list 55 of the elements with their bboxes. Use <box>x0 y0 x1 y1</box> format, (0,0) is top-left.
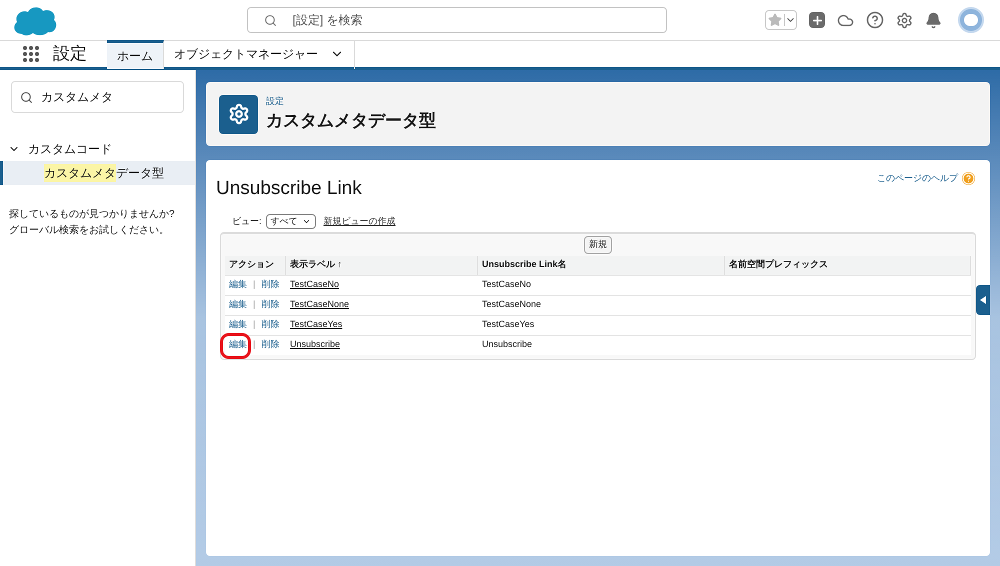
link-separator: | <box>253 318 256 332</box>
quick-find-field[interactable]: カスタムメタ <box>11 81 184 113</box>
column-header[interactable]: アクション <box>225 256 286 274</box>
search-input[interactable]: [設定] を検索 <box>292 11 650 29</box>
add-icon[interactable] <box>809 12 825 28</box>
table-cell-text: TestCaseNone <box>482 298 542 312</box>
delete-link[interactable]: 削除 <box>261 278 280 292</box>
link-separator: | <box>253 278 256 292</box>
app-name: 設定 <box>53 43 87 66</box>
search-field[interactable]: [設定] を検索 <box>246 7 666 33</box>
edit-link[interactable]: 編集 <box>229 318 247 332</box>
link-separator: | <box>253 338 256 352</box>
tree-item[interactable]: カスタムメタ データ型 <box>0 161 195 185</box>
panel-toggle-button[interactable] <box>976 285 990 315</box>
table-cell-text: Unsubscribe <box>482 338 532 352</box>
app-launcher-icon[interactable] <box>23 46 39 62</box>
help-icon[interactable] <box>866 11 884 29</box>
tree-node[interactable]: カスタムコード <box>0 137 195 161</box>
delete-link[interactable]: 削除 <box>261 318 280 332</box>
edit-link[interactable]: 編集 <box>229 298 247 312</box>
delete-link[interactable]: 削除 <box>261 298 280 312</box>
new-button[interactable]: 新規 <box>584 236 612 254</box>
edit-link[interactable]: 編集 <box>229 338 247 352</box>
new-view-link[interactable]: 新規ビューの作成 <box>324 214 396 228</box>
triangle-icon <box>980 296 986 304</box>
view-select[interactable]: すべて <box>266 214 316 229</box>
plus-icon <box>810 14 824 26</box>
nav-tab[interactable]: オブジェクトマネージャー <box>164 40 355 68</box>
question-icon <box>962 172 975 186</box>
label-link[interactable]: TestCaseNo <box>290 278 340 292</box>
label-link[interactable]: Unsubscribe <box>290 338 340 352</box>
column-header[interactable]: Unsubscribe Link名 <box>478 256 725 274</box>
table-cell-text: TestCaseNo <box>482 278 532 292</box>
list-title: Unsubscribe Link <box>216 177 362 201</box>
table-cell-text: TestCaseYes <box>482 318 534 332</box>
edit-link[interactable]: 編集 <box>229 278 247 292</box>
notification-icon[interactable] <box>925 12 942 28</box>
star-icon <box>768 13 782 27</box>
view-label: ビュー: <box>232 214 262 228</box>
caret-icon <box>784 14 796 26</box>
nav-tab[interactable]: ホーム <box>107 40 164 68</box>
breadcrumb[interactable]: 設定 <box>266 94 436 108</box>
quick-find-input[interactable]: カスタムメタ <box>41 88 171 106</box>
help-link[interactable]: このページのヘルプ <box>877 172 958 186</box>
page-title: カスタムメタデータ型 <box>266 110 436 132</box>
search-icon <box>264 14 276 26</box>
gear-icon <box>228 103 250 125</box>
column-header[interactable]: 名前空間プレフィックス <box>725 256 971 274</box>
column-header[interactable]: 表示ラベル ↑ <box>286 256 478 274</box>
search-hint: 探しているものが見つかりませんか? グローバル検索をお試しください。 <box>8 208 176 238</box>
delete-link[interactable]: 削除 <box>261 338 280 352</box>
link-separator: | <box>253 298 256 312</box>
label-link[interactable]: TestCaseYes <box>290 318 342 332</box>
search-icon <box>20 90 33 104</box>
settings-icon[interactable] <box>896 12 913 28</box>
